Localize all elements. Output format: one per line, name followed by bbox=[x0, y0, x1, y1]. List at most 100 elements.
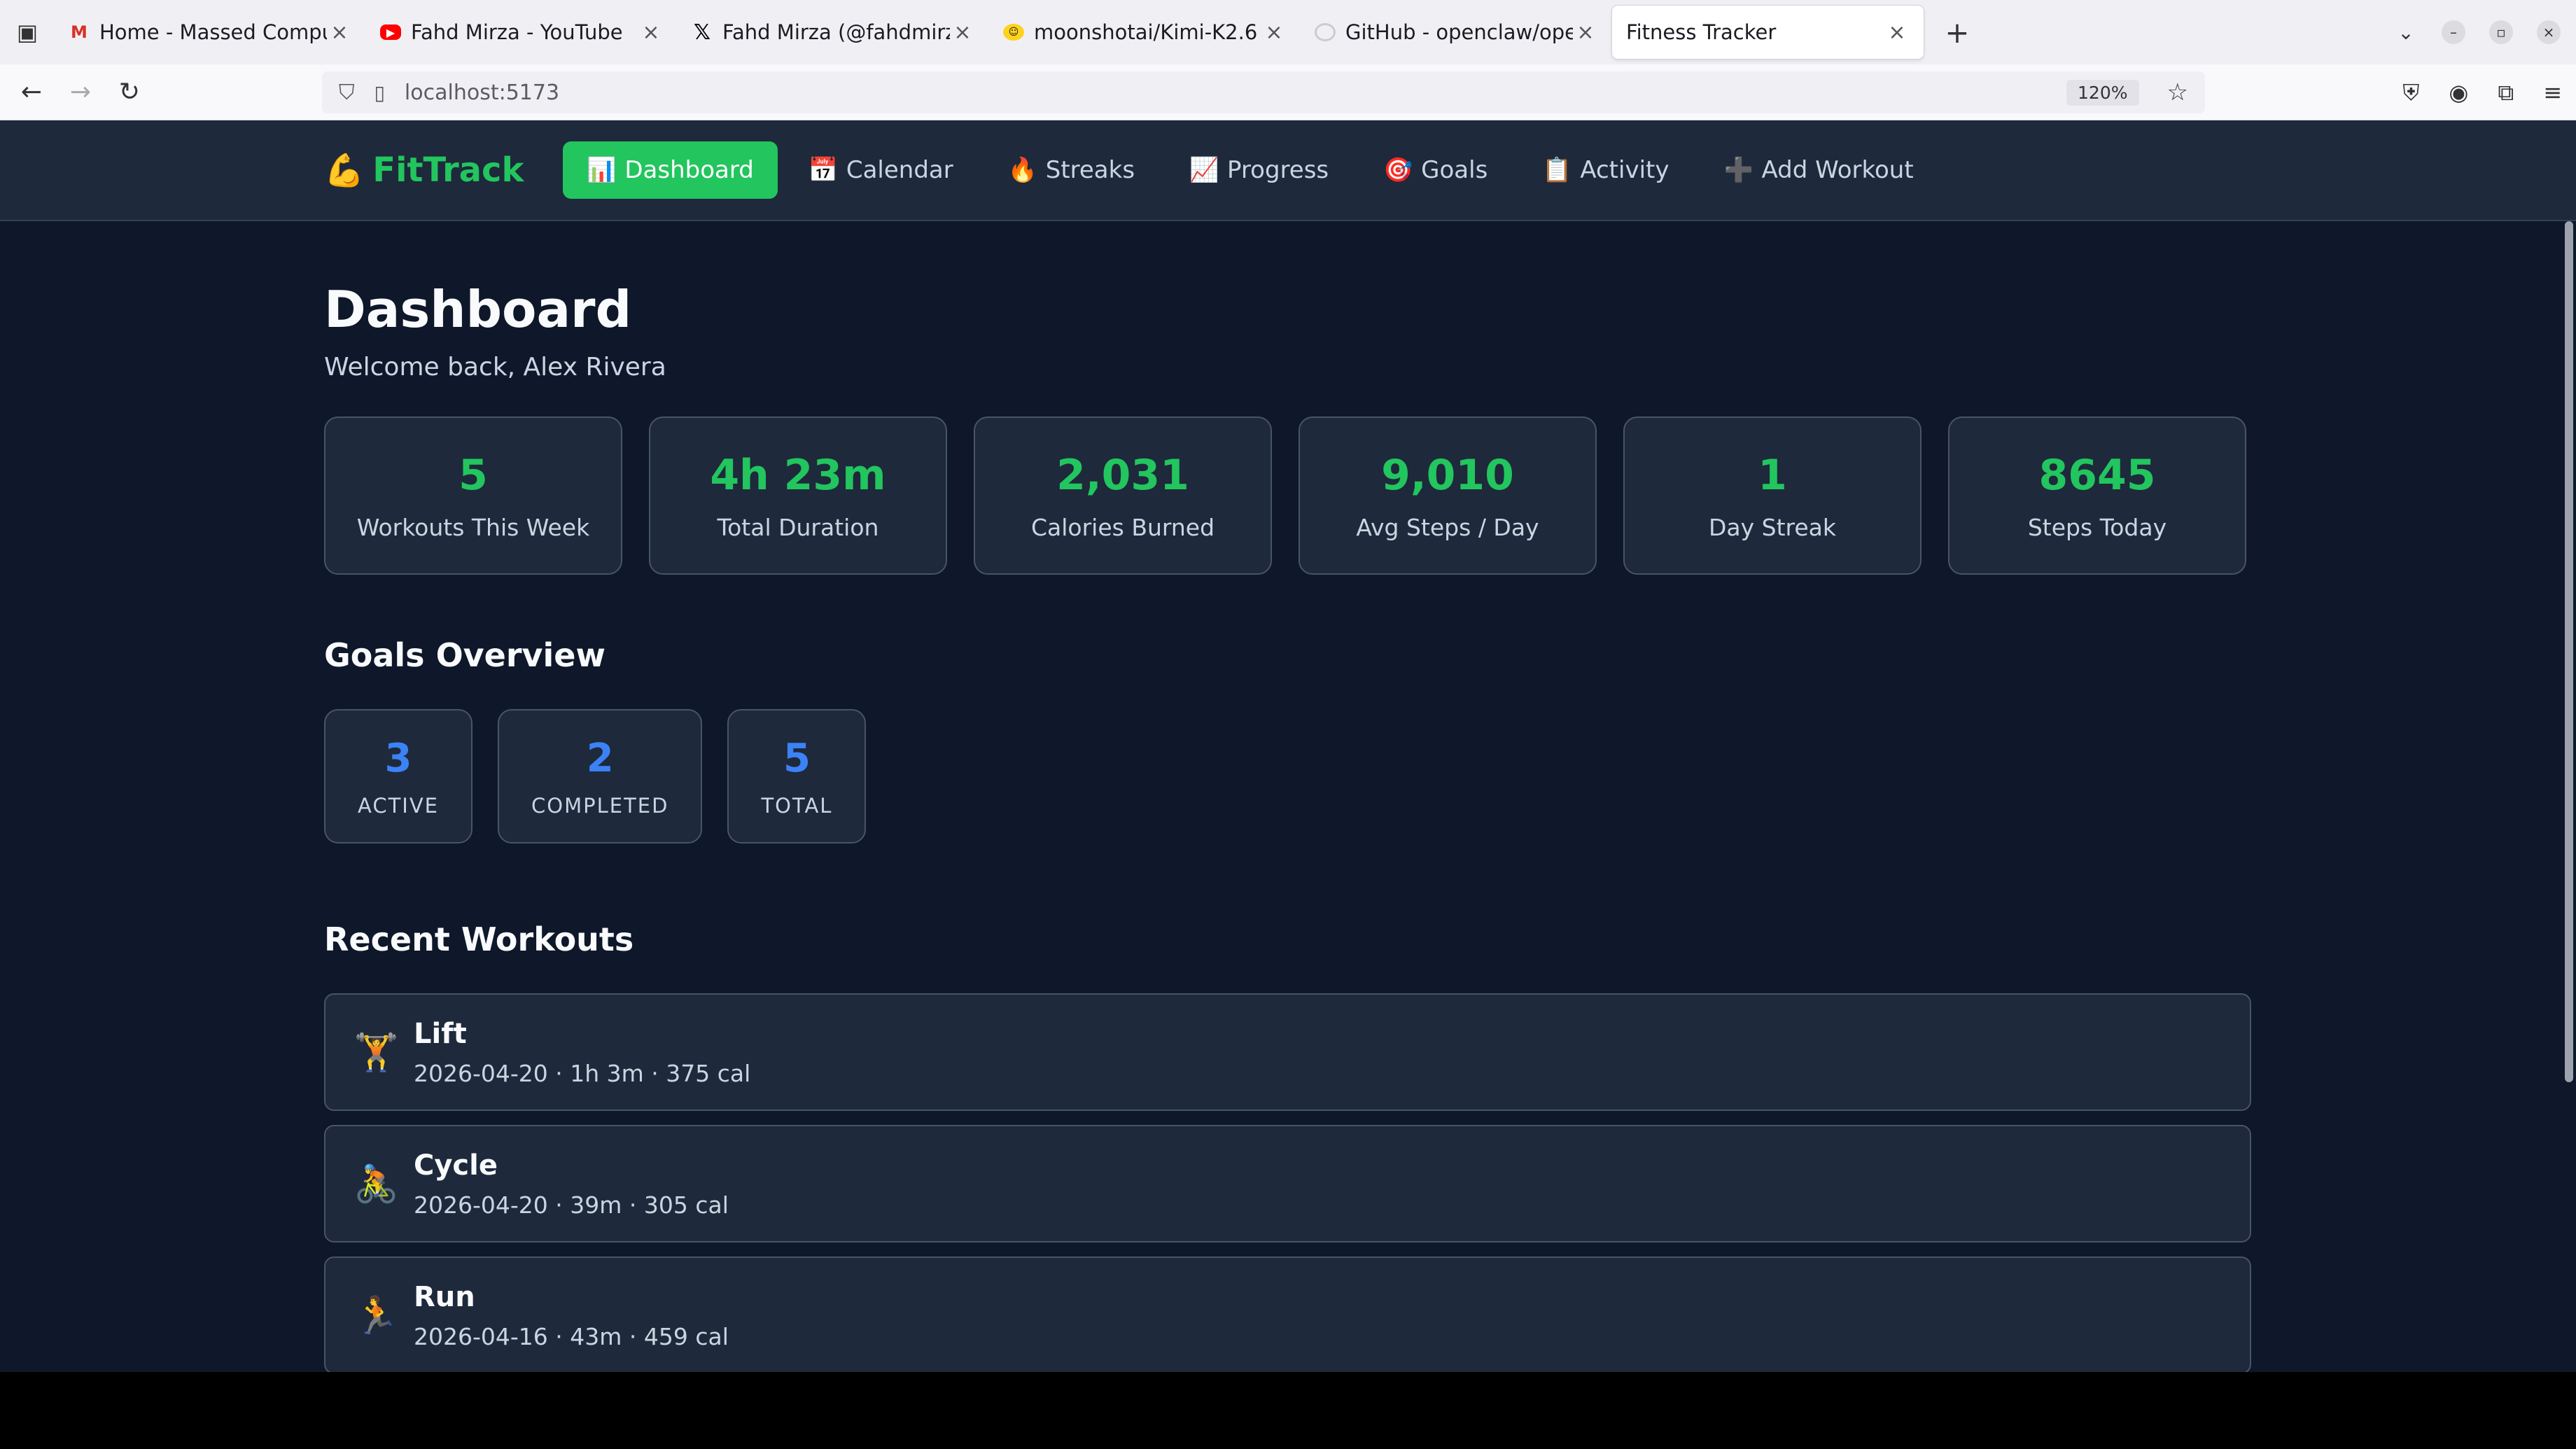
nav-goals[interactable]: 🎯 Goals bbox=[1359, 141, 1511, 199]
stat-card: 4h 23m Total Duration bbox=[649, 416, 947, 575]
stat-card: 1 Day Streak bbox=[1623, 416, 1921, 575]
plus-icon: ➕ bbox=[1723, 156, 1754, 184]
stat-value: 5 bbox=[458, 450, 488, 500]
goal-label: TOTAL bbox=[761, 793, 833, 818]
menu-icon[interactable]: ≡ bbox=[2543, 79, 2562, 106]
stat-label: Total Duration bbox=[717, 513, 879, 541]
nav-label: Streaks bbox=[1045, 156, 1135, 184]
calendar-icon: 📅 bbox=[808, 156, 839, 184]
bookmark-star-icon[interactable]: ☆ bbox=[2167, 78, 2188, 106]
app-viewport: 💪 FitTrack 📊 Dashboard 📅 Calendar 🔥 Stre… bbox=[0, 120, 2576, 1372]
recent-workouts-heading: Recent Workouts bbox=[324, 920, 634, 958]
nav-label: Add Workout bbox=[1761, 156, 1914, 184]
nav-label: Progress bbox=[1227, 156, 1329, 184]
extensions-icon[interactable]: ⧉ bbox=[2498, 79, 2514, 106]
tab-list-chevron-icon[interactable]: ⌄ bbox=[2394, 20, 2418, 44]
tab-list: M Home - Massed Compute × ▶ Fahd Mirza -… bbox=[55, 0, 1978, 64]
workout-meta: 2026-04-20 · 39m · 305 cal bbox=[414, 1191, 729, 1219]
stat-label: Avg Steps / Day bbox=[1356, 513, 1539, 541]
minimize-icon[interactable]: – bbox=[2442, 20, 2465, 44]
tab-title: Home - Massed Compute bbox=[99, 20, 327, 44]
workout-meta: 2026-04-16 · 43m · 459 cal bbox=[414, 1322, 729, 1350]
workout-name: Lift bbox=[414, 1017, 467, 1050]
goal-card-active: 3 ACTIVE bbox=[324, 709, 473, 844]
tab-title: Fahd Mirza (@fahdmirza) bbox=[722, 20, 950, 44]
browser-tab-active[interactable]: Fitness Tracker × bbox=[1612, 6, 1924, 59]
browser-tab[interactable]: GitHub - openclaw/openc × bbox=[1301, 6, 1612, 59]
workout-item[interactable]: 🏋 Lift 2026-04-20 · 1h 3m · 375 cal bbox=[324, 993, 2251, 1111]
restore-icon[interactable]: ▫ bbox=[2489, 20, 2513, 44]
goal-label: ACTIVE bbox=[358, 793, 440, 818]
target-icon: 🎯 bbox=[1383, 156, 1413, 184]
page-info-icon[interactable]: ▯ bbox=[374, 81, 385, 104]
trend-chart-icon: 📈 bbox=[1189, 156, 1219, 184]
stat-value: 1 bbox=[1758, 450, 1787, 500]
close-tab-icon[interactable]: × bbox=[950, 20, 975, 45]
workout-list: 🏋 Lift 2026-04-20 · 1h 3m · 375 cal 🚴 Cy… bbox=[324, 993, 2251, 1372]
tab-title: moonshotai/Kimi-K2.6 · H bbox=[1034, 20, 1261, 44]
browser-tab[interactable]: ▶ Fahd Mirza - YouTube × bbox=[366, 6, 678, 59]
nav-progress[interactable]: 📈 Progress bbox=[1166, 141, 1352, 199]
forward-icon[interactable]: → bbox=[56, 68, 105, 117]
goal-value: 3 bbox=[384, 735, 412, 781]
back-icon[interactable]: ← bbox=[7, 68, 56, 117]
window-controls: ⌄ – ▫ × bbox=[2394, 20, 2576, 44]
pocket-icon[interactable]: ⛨ bbox=[2402, 79, 2419, 106]
nav-dashboard[interactable]: 📊 Dashboard bbox=[563, 141, 778, 199]
stat-label: Calories Burned bbox=[1030, 513, 1215, 541]
stat-label: Steps Today bbox=[2027, 513, 2167, 541]
close-tab-icon[interactable]: × bbox=[1573, 20, 1598, 45]
weightlifter-icon: 🏋 bbox=[354, 1031, 399, 1074]
nav-activity[interactable]: 📋 Activity bbox=[1518, 141, 1693, 199]
close-tab-icon[interactable]: × bbox=[327, 20, 352, 45]
browser-tabstrip: ▣ M Home - Massed Compute × ▶ Fahd Mirza… bbox=[0, 0, 2576, 64]
welcome-text: Welcome back, Alex Rivera bbox=[324, 353, 666, 382]
browser-tab[interactable]: M Home - Massed Compute × bbox=[55, 6, 366, 59]
x-icon: 𝕏 bbox=[693, 20, 711, 45]
workout-item[interactable]: 🏃 Run 2026-04-16 · 43m · 459 cal bbox=[324, 1256, 2251, 1372]
tab-title: Fitness Tracker bbox=[1626, 20, 1777, 44]
fire-icon: 🔥 bbox=[1007, 156, 1038, 184]
browser-tab[interactable]: ☺ moonshotai/Kimi-K2.6 · H × bbox=[989, 6, 1301, 59]
workout-item[interactable]: 🚴 Cycle 2026-04-20 · 39m · 305 cal bbox=[324, 1125, 2251, 1242]
close-tab-icon[interactable]: × bbox=[1884, 20, 1910, 45]
goal-label: COMPLETED bbox=[531, 793, 669, 818]
page-title: Dashboard bbox=[324, 280, 632, 339]
stat-card: 8645 Steps Today bbox=[1948, 416, 2246, 575]
nav-label: Dashboard bbox=[624, 156, 754, 184]
account-icon[interactable]: ◉ bbox=[2449, 79, 2468, 106]
huggingface-icon: ☺ bbox=[1003, 24, 1024, 41]
tab-title: Fahd Mirza - YouTube bbox=[411, 20, 623, 44]
stat-value: 9,010 bbox=[1381, 450, 1514, 500]
app-logo[interactable]: 💪 FitTrack bbox=[324, 150, 524, 190]
page-scrollbar[interactable] bbox=[2565, 221, 2573, 1082]
url-text[interactable]: localhost:5173 bbox=[405, 80, 559, 105]
workout-name: Cycle bbox=[414, 1149, 498, 1182]
goal-card-completed: 2 COMPLETED bbox=[498, 709, 703, 844]
nav-add-workout[interactable]: ➕ Add Workout bbox=[1700, 141, 1937, 199]
clipboard-icon: 📋 bbox=[1542, 156, 1572, 184]
goal-value: 5 bbox=[783, 735, 811, 781]
gmail-icon: M bbox=[71, 22, 88, 42]
new-tab-button[interactable]: + bbox=[1936, 6, 1978, 59]
browser-tab[interactable]: 𝕏 Fahd Mirza (@fahdmirza) × bbox=[678, 6, 989, 59]
stat-value: 4h 23m bbox=[710, 450, 886, 500]
zoom-badge[interactable]: 120% bbox=[2066, 79, 2139, 106]
address-bar[interactable]: ⛉ ▯ localhost:5173 120% ☆ bbox=[322, 71, 2205, 113]
app-topnav: 💪 FitTrack 📊 Dashboard 📅 Calendar 🔥 Stre… bbox=[0, 120, 2576, 221]
reload-icon[interactable]: ↻ bbox=[105, 68, 154, 117]
youtube-icon: ▶ bbox=[380, 24, 401, 40]
shield-icon[interactable]: ⛉ bbox=[339, 80, 355, 105]
stats-row: 5 Workouts This Week 4h 23m Total Durati… bbox=[324, 416, 2251, 575]
nav-calendar[interactable]: 📅 Calendar bbox=[785, 141, 977, 199]
goals-row: 3 ACTIVE 2 COMPLETED 5 TOTAL bbox=[324, 709, 2251, 844]
workout-name: Run bbox=[414, 1280, 475, 1313]
nav-streaks[interactable]: 🔥 Streaks bbox=[984, 141, 1158, 199]
logo-text: FitTrack bbox=[372, 150, 524, 190]
stat-card: 2,031 Calories Burned bbox=[974, 416, 1272, 575]
close-window-icon[interactable]: × bbox=[2537, 20, 2561, 44]
close-tab-icon[interactable]: × bbox=[638, 20, 664, 45]
runner-icon: 🏃 bbox=[354, 1294, 399, 1337]
close-tab-icon[interactable]: × bbox=[1261, 20, 1287, 45]
tab-overview-icon[interactable]: ▣ bbox=[0, 0, 55, 64]
